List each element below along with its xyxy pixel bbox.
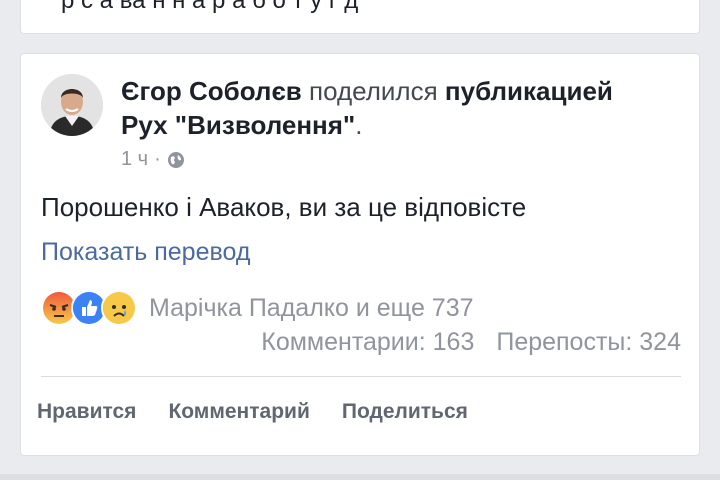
- comment-button[interactable]: Комментарий: [168, 400, 309, 424]
- shares-count[interactable]: Перепосты: 324: [496, 328, 681, 357]
- reaction-icons: [41, 290, 137, 326]
- author-name[interactable]: Єгор Соболєв: [121, 76, 302, 106]
- shared-object-link[interactable]: публикацией: [445, 76, 613, 106]
- avatar-photo-icon: [41, 74, 103, 136]
- comments-count[interactable]: Комментарии: 163: [261, 328, 474, 357]
- actions-divider: [41, 376, 681, 377]
- share-action-text: поделился: [301, 76, 445, 106]
- reactions-summary[interactable]: Марічка Падалко и еще 737: [149, 294, 474, 323]
- post-body-text: Порошенко і Аваков, ви за це відповісте: [41, 192, 527, 222]
- post-meta: 1 ч ·: [121, 148, 185, 171]
- show-translation-link[interactable]: Показать перевод: [41, 238, 250, 267]
- shared-page-name[interactable]: Рух "Визволення": [121, 110, 355, 140]
- globe-icon: [167, 151, 185, 169]
- post-actions: Нравится Комментарий Поделиться: [37, 400, 468, 424]
- post-time[interactable]: 1 ч: [121, 148, 148, 171]
- previous-post-cut-text: р с а ва н н а р а б о т у г д: [61, 0, 359, 14]
- share-button[interactable]: Поделиться: [342, 400, 468, 424]
- post-card: Єгор Соболєв поделился публикацией Рух "…: [20, 53, 700, 456]
- previous-post-card: р с а ва н н а р а б о т у г д: [20, 0, 700, 34]
- author-avatar[interactable]: [41, 74, 103, 136]
- reactions-bar[interactable]: Марічка Падалко и еще 737: [41, 290, 474, 326]
- page-suffix: .: [355, 110, 363, 140]
- engagement-counts: Комментарии: 163 Перепосты: 324: [261, 328, 681, 357]
- sad-icon: [101, 290, 137, 326]
- meta-separator: ·: [154, 148, 161, 170]
- next-post-edge: [0, 474, 720, 480]
- post-header: Єгор Соболєв поделился публикацией Рух "…: [121, 74, 681, 142]
- like-button[interactable]: Нравится: [37, 400, 136, 424]
